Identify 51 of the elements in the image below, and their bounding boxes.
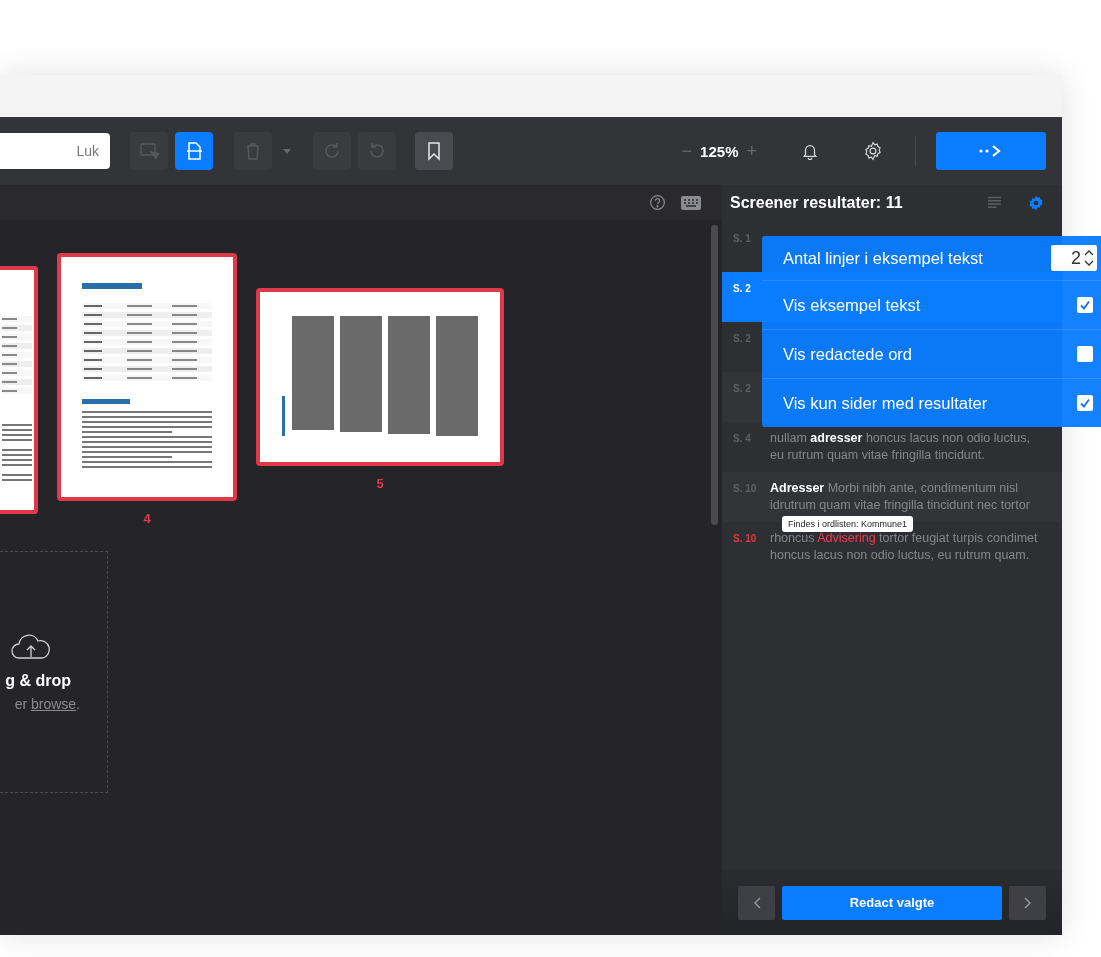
setting-label: Vis eksempel tekst [783, 295, 921, 315]
result-text: rhoncus Advisering tortor feugiat turpis condimet honcus lacus non odio luctus, eu rutrum quam. [770, 530, 1039, 564]
checkbox[interactable] [1077, 395, 1093, 411]
page-thumbnail[interactable] [0, 265, 38, 514]
keyboard-icon[interactable] [680, 194, 702, 211]
number-field[interactable]: 2 [1051, 245, 1097, 271]
chevron-right-icon [1023, 896, 1032, 909]
page-thumbnail[interactable] [57, 253, 237, 501]
list-icon[interactable] [987, 195, 1002, 210]
caret-icon[interactable] [283, 148, 291, 154]
page-number: 5 [376, 476, 384, 491]
help-icon[interactable] [649, 194, 666, 211]
document-icon [184, 141, 204, 161]
result-text: nullam adresser honcus lacus non odio luctus, eu rutrum quam vitae fringilla tincidunt. [770, 430, 1031, 464]
cloud-upload-icon [11, 632, 51, 660]
drop-hint: er [14, 696, 28, 712]
next-page-button[interactable] [1009, 885, 1046, 920]
browse-link[interactable]: browse [30, 696, 77, 712]
cursor-rectangle-icon [139, 141, 159, 161]
settings-icon[interactable] [863, 141, 883, 161]
page-label: S. 2 [733, 282, 752, 294]
zoom-level: 125% [700, 142, 739, 160]
bell-icon[interactable] [801, 142, 819, 160]
check-icon [1079, 299, 1091, 311]
search-field[interactable]: Luk [0, 133, 110, 169]
checkbox[interactable] [1077, 346, 1093, 362]
checkbox[interactable] [1077, 297, 1093, 313]
spinner-icon[interactable] [1084, 248, 1094, 268]
number-value: 2 [1071, 247, 1081, 269]
close-link[interactable]: Luk [76, 143, 99, 159]
setting-label: Antal linjer i eksempel tekst [783, 248, 983, 268]
scrollbar[interactable] [711, 225, 718, 525]
drop-title: g & drop [5, 672, 71, 690]
bookmark-button[interactable] [415, 132, 453, 170]
page-thumbnail[interactable] [256, 288, 504, 466]
page-number: 4 [143, 511, 151, 526]
drop-zone[interactable]: g & drop er browse. [0, 551, 108, 793]
setting-label: Vis redactede ord [783, 344, 913, 364]
redact-button[interactable]: Redact valgte [782, 885, 1002, 920]
undo-icon [367, 141, 387, 161]
previous-button[interactable] [738, 885, 775, 920]
chevron-left-icon [752, 896, 761, 909]
page-label: S. 10 [733, 532, 758, 544]
tooltip: Findes i ordlisten: Kommune1 [782, 516, 914, 532]
check-icon [1079, 397, 1091, 409]
result-text: Adresser Morbi nibh ante, condimentum nisl idrutrum quam vitae fringilla tincidunt nec tortor [770, 480, 1031, 514]
page-view-button[interactable] [175, 132, 213, 170]
setting-label: Vis kun sider med resultater [783, 393, 988, 413]
panel-title: Screener resultater: 11 [730, 193, 903, 212]
period-text: . [76, 696, 80, 712]
redo-icon [322, 141, 342, 161]
